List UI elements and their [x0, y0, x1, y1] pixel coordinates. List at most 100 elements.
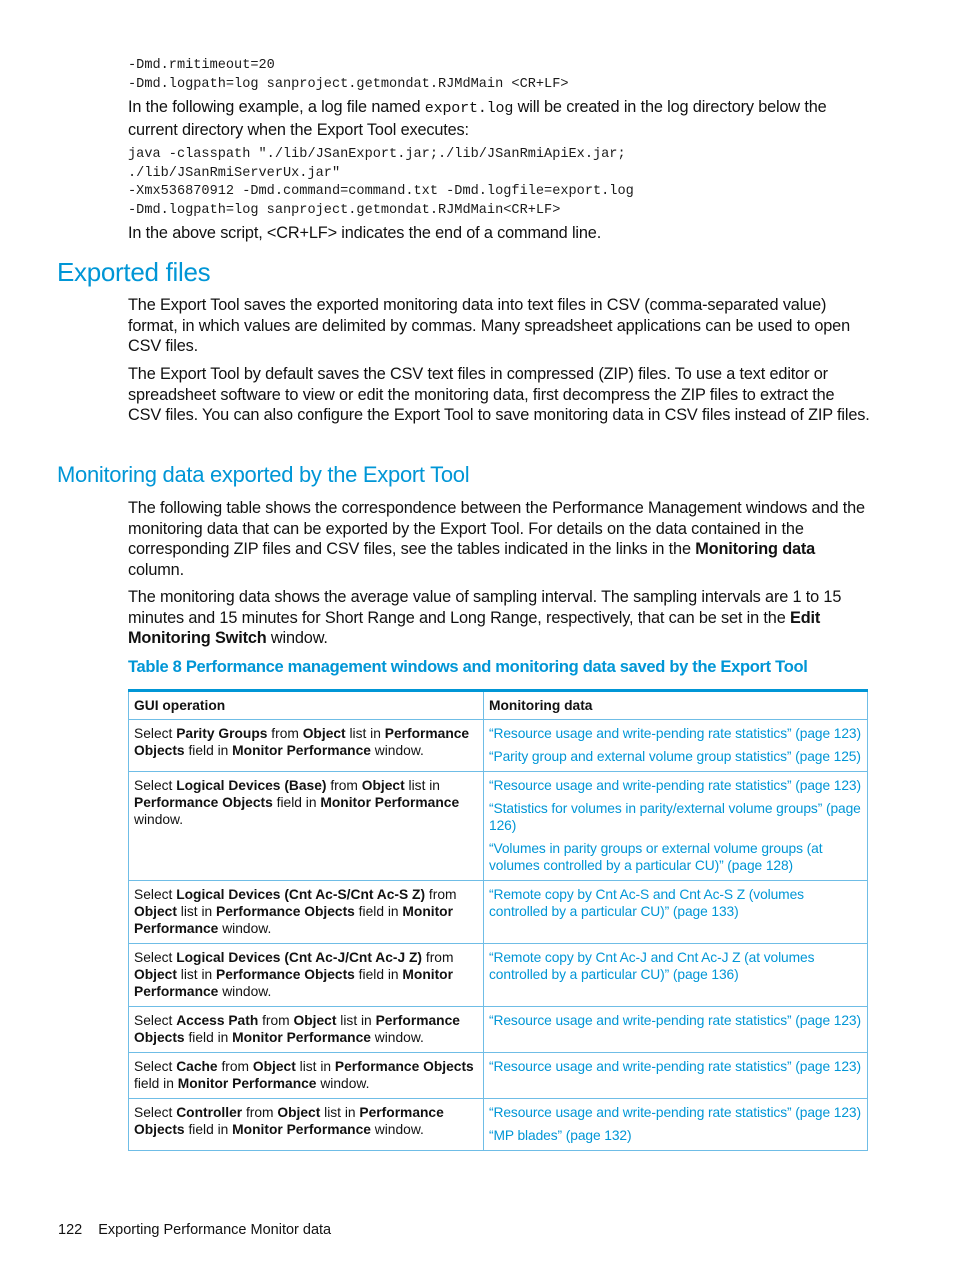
gui-operation-cell: Select Access Path from Object list in P…	[128, 1006, 484, 1053]
code-line: ./lib/JSanRmiServerUx.jar"	[128, 165, 341, 181]
ui-term: Performance Objects	[134, 795, 273, 810]
operation-text: field in	[184, 743, 233, 758]
table-row: Select Logical Devices (Cnt Ac-J/Cnt Ac-…	[128, 943, 868, 1007]
ui-term: Controller	[176, 1105, 243, 1120]
code-line: -Dmd.logpath=log sanproject.getmondat.RJ…	[128, 76, 569, 92]
ui-term: Monitor Performance	[177, 1076, 317, 1091]
paragraph-crlf-note: In the above script, <CR+LF> indicates t…	[128, 224, 602, 242]
cross-reference-link[interactable]: “Statistics for volumes in parity/extern…	[489, 800, 862, 834]
table-row: Select Logical Devices (Base) from Objec…	[128, 771, 868, 881]
table-row: Select Parity Groups from Object list in…	[128, 719, 868, 772]
ui-term: Performance Objects	[334, 1059, 474, 1074]
operation-text: from	[425, 887, 457, 902]
paragraph-sampling-interval: The monitoring data shows the average va…	[128, 588, 842, 647]
ui-term: Logical Devices (Cnt Ac-J/Cnt Ac-J Z)	[176, 950, 423, 965]
gui-operation-cell: Select Parity Groups from Object list in…	[128, 719, 484, 772]
ui-term: Monitor Performance	[232, 743, 371, 758]
cross-reference-link[interactable]: “MP blades” (page 132)	[489, 1127, 862, 1144]
table-row: Select Controller from Object list in Pe…	[128, 1098, 868, 1151]
ui-term: Monitor Performance	[232, 1030, 371, 1045]
operation-text: window.	[316, 1076, 370, 1091]
operation-text: window.	[134, 812, 184, 827]
operation-text: Select	[134, 726, 177, 741]
ui-term: Monitor Performance	[320, 795, 460, 810]
cross-reference-link[interactable]: “Volumes in parity groups or external vo…	[489, 840, 862, 874]
chapter-title: Exporting Performance Monitor data	[98, 1222, 332, 1238]
column-header-gui-operation: GUI operation	[128, 690, 484, 720]
operation-text: list in	[176, 904, 217, 919]
cross-reference-link[interactable]: “Resource usage and write-pending rate s…	[489, 1058, 862, 1075]
monitoring-data-cell: “Resource usage and write-pending rate s…	[483, 771, 868, 881]
operation-text: from	[242, 1105, 278, 1120]
code-line: java -classpath "./lib/JSanExport.jar;./…	[128, 147, 626, 162]
section-heading-monitoring-data: Monitoring data exported by the Export T…	[57, 462, 470, 487]
operation-text: field in	[272, 795, 321, 810]
operation-text: from	[422, 950, 454, 965]
operation-text: from	[258, 1013, 294, 1028]
page-number: 122	[58, 1222, 83, 1238]
monitoring-data-cell: “Remote copy by Cnt Ac-J and Cnt Ac-J Z …	[483, 943, 868, 1007]
inline-code-filename: export.log	[424, 100, 514, 117]
monitoring-data-cell: “Resource usage and write-pending rate s…	[483, 719, 868, 772]
operation-text: Select	[134, 778, 177, 793]
operation-text: window.	[370, 1122, 424, 1137]
cross-reference-link[interactable]: “Resource usage and write-pending rate s…	[489, 725, 862, 742]
operation-text: list in	[176, 967, 217, 982]
gui-operation-cell: Select Cache from Object list in Perform…	[128, 1052, 484, 1099]
gui-operation-cell: Select Logical Devices (Base) from Objec…	[128, 771, 484, 881]
ui-term: Object	[302, 726, 346, 741]
ui-term: Parity Groups	[176, 726, 268, 741]
paragraph-zip-default: The Export Tool by default saves the CSV…	[128, 365, 870, 424]
operation-text: Select	[134, 1059, 177, 1074]
ui-term: Cache	[176, 1059, 218, 1074]
cross-reference-link[interactable]: “Remote copy by Cnt Ac-J and Cnt Ac-J Z …	[489, 949, 862, 983]
operation-text: list in	[345, 726, 385, 741]
operation-text: list in	[295, 1059, 335, 1074]
operation-text: field in	[184, 1030, 233, 1045]
table-caption: Table 8 Performance management windows a…	[128, 658, 808, 676]
operation-text: field in	[134, 1076, 178, 1091]
operation-text: Select	[134, 1105, 177, 1120]
section-heading-exported-files: Exported files	[57, 257, 211, 287]
operation-text: from	[217, 1059, 253, 1074]
monitoring-data-cell: “Resource usage and write-pending rate s…	[483, 1006, 868, 1053]
ui-term: Object	[293, 1013, 337, 1028]
cross-reference-link[interactable]: “Resource usage and write-pending rate s…	[489, 1104, 862, 1121]
table-header-row: GUI operation Monitoring data	[128, 690, 868, 720]
operation-text: from	[267, 726, 303, 741]
table-row: Select Access Path from Object list in P…	[128, 1006, 868, 1053]
ui-term: Performance Objects	[216, 904, 355, 919]
operation-text: field in	[354, 904, 403, 919]
cross-reference-link[interactable]: “Parity group and external volume group …	[489, 748, 862, 765]
monitoring-data-cell: “Resource usage and write-pending rate s…	[483, 1052, 868, 1099]
page-footer: 122 Exporting Performance Monitor data	[58, 1222, 331, 1238]
monitoring-data-table: GUI operation Monitoring data Select Par…	[128, 689, 868, 1151]
operation-text: list in	[320, 1105, 360, 1120]
table-row: Select Logical Devices (Cnt Ac-S/Cnt Ac-…	[128, 880, 868, 944]
cross-reference-link[interactable]: “Remote copy by Cnt Ac-S and Cnt Ac-S Z …	[489, 886, 862, 920]
cross-reference-link[interactable]: “Resource usage and write-pending rate s…	[489, 777, 862, 794]
ui-term: Access Path	[176, 1013, 259, 1028]
operation-text: from	[326, 778, 362, 793]
code-line: -Dmd.rmitimeout=20	[128, 58, 275, 73]
operation-text: list in	[404, 778, 440, 793]
operation-text: Select	[134, 950, 177, 965]
operation-text: list in	[336, 1013, 376, 1028]
paragraph-log-example: In the following example, a log file nam…	[128, 98, 827, 139]
operation-text: Select	[134, 887, 177, 902]
ui-term: Logical Devices (Cnt Ac-S/Cnt Ac-S Z)	[176, 887, 426, 902]
ui-term: Monitor Performance	[232, 1122, 371, 1137]
ui-term: Object	[361, 778, 405, 793]
operation-text: window.	[370, 1030, 424, 1045]
gui-operation-cell: Select Logical Devices (Cnt Ac-S/Cnt Ac-…	[128, 880, 484, 944]
paragraph-table-intro: The following table shows the correspond…	[128, 499, 865, 579]
operation-text: field in	[354, 967, 403, 982]
ui-term: Object	[134, 967, 177, 982]
cross-reference-link[interactable]: “Resource usage and write-pending rate s…	[489, 1012, 862, 1029]
ui-term: Performance Objects	[216, 967, 355, 982]
code-line: -Xmx536870912 -Dmd.command=command.txt -…	[128, 184, 634, 199]
operation-text: window.	[370, 743, 424, 758]
column-header-monitoring-data: Monitoring data	[483, 690, 868, 720]
paragraph-csv-format: The Export Tool saves the exported monit…	[128, 296, 850, 355]
operation-text: window.	[218, 921, 272, 936]
